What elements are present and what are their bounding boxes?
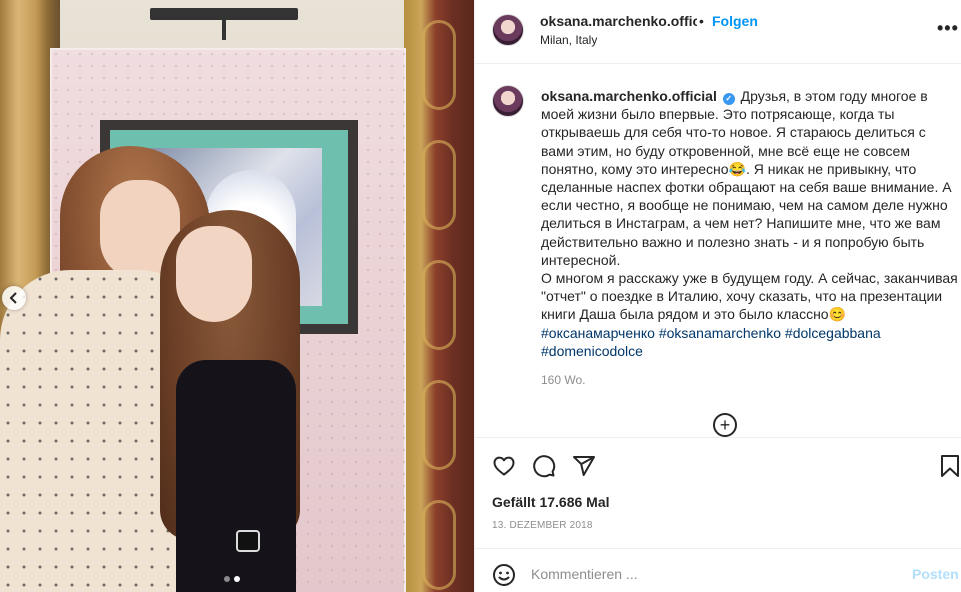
post-photo[interactable] [0, 0, 474, 592]
girl-face [176, 226, 252, 322]
smiling-emoji: 😊 [828, 306, 847, 323]
carousel-indicator [224, 576, 240, 582]
wall-ornament [422, 140, 456, 230]
comment-icon[interactable] [532, 454, 556, 478]
carousel-dot [224, 576, 230, 582]
chevron-left-icon[interactable] [2, 286, 26, 310]
verified-badge-icon: ✓ [722, 93, 735, 105]
bookmark-icon[interactable] [938, 454, 961, 478]
hashtag-link[interactable]: #domenicodolce [541, 343, 643, 359]
post-date: 13. DEZEMBER 2018 [492, 520, 593, 531]
smartwatch [236, 530, 260, 552]
girl-dress [176, 360, 296, 592]
paper-plane-icon[interactable] [572, 454, 596, 478]
post-caption: oksana.marchenko.official ✓ Друзья, в эт… [541, 87, 961, 360]
comments-area: oksana.marchenko.official ✓ Друзья, в эт… [475, 65, 961, 437]
post-side-panel: oksana.marchenko.official • Folgen Milan… [474, 0, 961, 592]
hashtag-link[interactable]: #оксанамарченко [541, 325, 655, 341]
wall-ornament [422, 20, 456, 110]
post-comment-button[interactable]: Posten [912, 566, 959, 582]
wall-ornament [422, 380, 456, 470]
location-link[interactable]: Milan, Italy [540, 33, 597, 47]
post-header: oksana.marchenko.official • Folgen Milan… [475, 0, 961, 64]
hashtag-link[interactable]: #dolcegabbana [785, 325, 881, 341]
picture-lamp [150, 8, 298, 40]
photo-wall-ornament [404, 0, 474, 592]
likes-count[interactable]: Gefällt 17.686 Mal [492, 494, 610, 510]
follow-button[interactable]: Folgen [712, 13, 758, 29]
wall-ornament [422, 500, 456, 590]
heart-icon[interactable] [492, 454, 516, 478]
header-separator: • [699, 13, 704, 29]
smiley-icon[interactable] [492, 563, 516, 587]
header-username[interactable]: oksana.marchenko.official [540, 13, 697, 29]
caption-timestamp[interactable]: 160 Wo. [541, 373, 585, 387]
comment-bar: Posten [475, 548, 961, 592]
wall-ornament [422, 260, 456, 350]
laughing-emoji: 😂 [728, 160, 747, 177]
caption-avatar[interactable] [492, 85, 524, 117]
post-actions: Gefällt 17.686 Mal 13. DEZEMBER 2018 [475, 437, 961, 547]
hashtag-link[interactable]: #oksanamarchenko [659, 325, 781, 341]
avatar[interactable] [492, 14, 524, 46]
carousel-dot [234, 576, 240, 582]
plus-circle-icon[interactable]: + [713, 413, 737, 437]
comment-input[interactable] [531, 559, 901, 589]
caption-text: О многом я расскажу уже в будущем году. … [541, 270, 958, 323]
more-horizontal-icon[interactable]: ••• [937, 18, 959, 38]
caption-username[interactable]: oksana.marchenko.official [541, 88, 717, 104]
